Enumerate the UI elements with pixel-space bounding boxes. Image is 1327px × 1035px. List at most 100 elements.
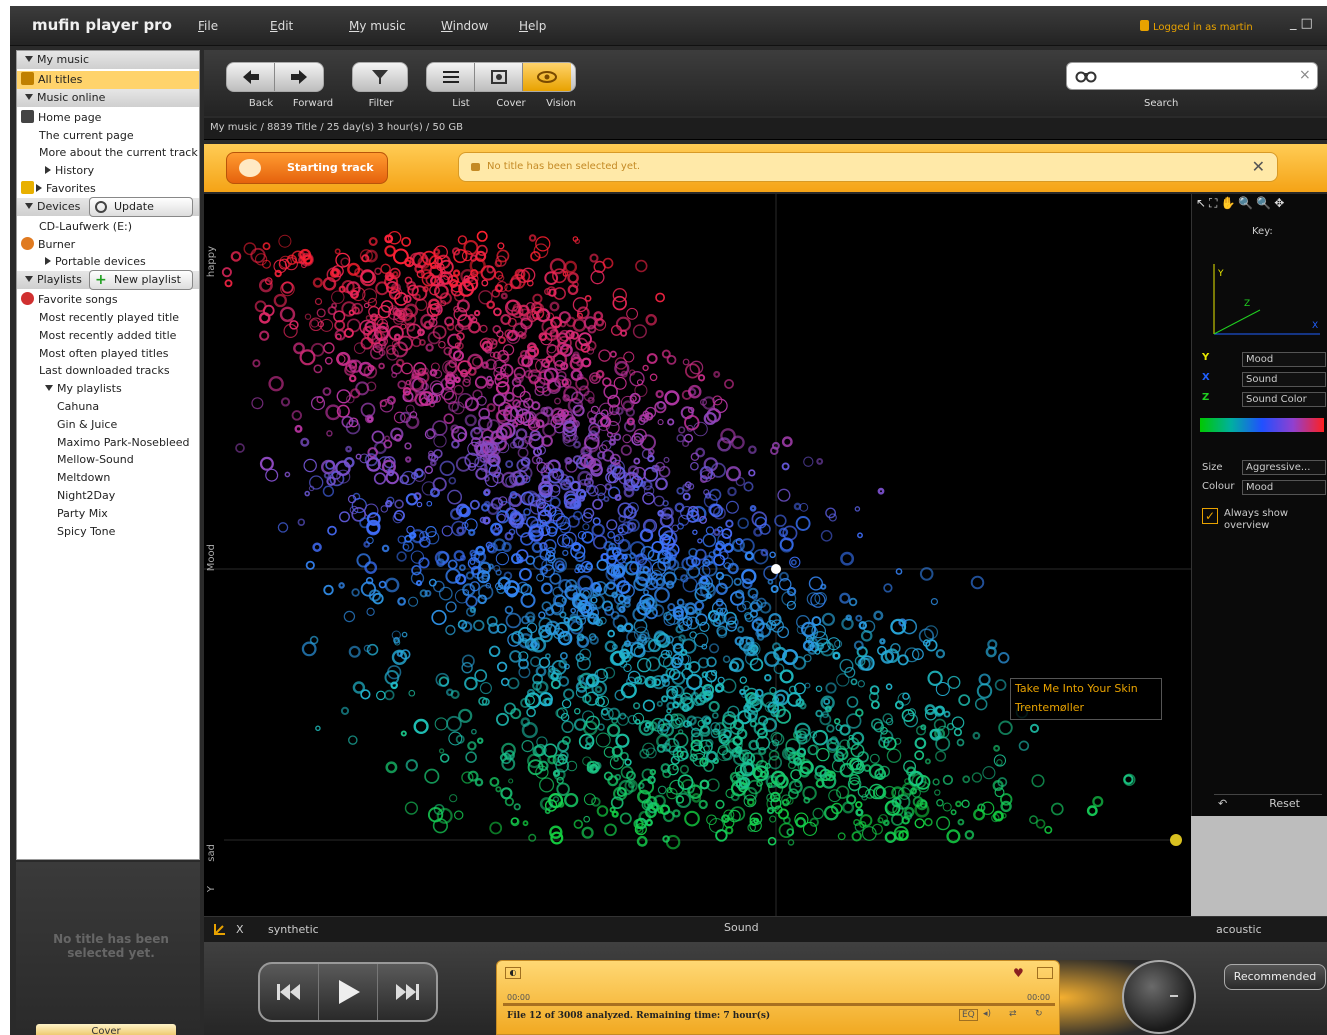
sidebar-item-mellow-sound[interactable]: Mellow-Sound bbox=[17, 451, 199, 469]
sidebar-item-favorites[interactable]: Favorites bbox=[17, 180, 199, 198]
menu-window[interactable]: Window bbox=[441, 19, 488, 33]
track-point bbox=[835, 785, 850, 799]
progress-bar[interactable] bbox=[503, 1003, 1055, 1006]
y-axis-bottom-label: sad bbox=[206, 844, 217, 862]
previous-button[interactable] bbox=[260, 964, 319, 1020]
volume-icon[interactable]: ◂) bbox=[983, 1009, 991, 1019]
track-point bbox=[802, 786, 817, 801]
sidebar-item-all-titles[interactable]: All titles bbox=[17, 71, 199, 89]
key-y-select[interactable]: Mood bbox=[1242, 352, 1326, 367]
track-point bbox=[394, 499, 404, 509]
track-point bbox=[581, 531, 594, 544]
search-clear-icon[interactable]: × bbox=[1299, 67, 1311, 83]
track-point bbox=[252, 359, 261, 368]
sidebar-item-most-often-played-titles[interactable]: Most often played titles bbox=[17, 345, 199, 363]
sidebar-item-music-online[interactable]: Music online bbox=[17, 88, 199, 107]
plot-tools[interactable]: ↖⛶✋🔍🔍✥ bbox=[1196, 196, 1326, 214]
sidebar-item-meltdown[interactable]: Meltdown bbox=[17, 469, 199, 487]
menu-my-music[interactable]: My music bbox=[349, 19, 406, 33]
menu-file[interactable]: File bbox=[198, 19, 218, 33]
sidebar-item-spicy-tone[interactable]: Spicy Tone bbox=[17, 523, 199, 541]
search-input[interactable] bbox=[1101, 67, 1291, 85]
sidebar-item-label: Devices bbox=[37, 199, 81, 213]
track-point bbox=[396, 551, 407, 562]
size-select[interactable]: Aggressive... bbox=[1242, 460, 1326, 475]
sidebar-item-cahuna[interactable]: Cahuna bbox=[17, 398, 199, 416]
track-point bbox=[340, 706, 350, 716]
search-label: Search bbox=[1144, 98, 1179, 109]
y-axis-top-label: happy bbox=[206, 246, 217, 278]
sidebar-item-more-about-the-current-track[interactable]: More about the current track bbox=[17, 144, 199, 162]
next-button[interactable] bbox=[378, 964, 436, 1020]
sidebar-item-most-recently-played-title[interactable]: Most recently played title bbox=[17, 309, 199, 327]
sidebar-item-my-playlists[interactable]: My playlists bbox=[17, 380, 199, 398]
track-point bbox=[467, 741, 477, 751]
key-z-select[interactable]: Sound Color bbox=[1242, 392, 1326, 407]
favorite-heart-icon[interactable]: ♥ bbox=[1013, 966, 1024, 980]
starting-track-field[interactable]: No title has been selected yet. ✕ bbox=[458, 152, 1278, 182]
menu-edit[interactable]: Edit bbox=[270, 19, 293, 33]
sidebar-item-portable-devices[interactable]: Portable devices bbox=[17, 253, 199, 271]
sidebar-item-last-downloaded-tracks[interactable]: Last downloaded tracks bbox=[17, 362, 199, 380]
cover-tab[interactable]: Cover bbox=[36, 1024, 176, 1035]
track-point bbox=[498, 336, 506, 345]
clear-starting-track-icon[interactable]: ✕ bbox=[1252, 153, 1265, 181]
key-x-select[interactable]: Sound bbox=[1242, 372, 1326, 387]
sidebar-item-the-current-page[interactable]: The current page bbox=[17, 127, 199, 145]
display-mode-icon[interactable] bbox=[1037, 967, 1053, 979]
vision-plot[interactable]: happy Mood sad Y Take Me Into Your Skin … bbox=[204, 194, 1191, 916]
sidebar-item-history[interactable]: History bbox=[17, 162, 199, 180]
eq-button[interactable]: EQ bbox=[959, 1009, 978, 1021]
login-status[interactable]: Logged in as martin bbox=[1140, 20, 1253, 33]
cover-view-button[interactable] bbox=[475, 63, 523, 91]
cover-label: Cover bbox=[496, 98, 526, 109]
sidebar-item-maximo-park-nosebleed[interactable]: Maximo Park-Nosebleed bbox=[17, 434, 199, 452]
scatter-plot[interactable] bbox=[204, 194, 1191, 916]
track-point bbox=[538, 611, 546, 619]
shuffle-icon[interactable]: ⇄ bbox=[1009, 1009, 1017, 1019]
track-point bbox=[636, 835, 648, 847]
always-show-checkbox[interactable]: ✓ bbox=[1202, 508, 1218, 524]
menu-help[interactable]: Help bbox=[519, 19, 546, 33]
sidebar-item-most-recently-added-title[interactable]: Most recently added title bbox=[17, 327, 199, 345]
track-point bbox=[634, 718, 641, 725]
sidebar-item-favorite-songs[interactable]: Favorite songs bbox=[17, 291, 199, 309]
new-playlist-button[interactable]: + New playlist bbox=[89, 270, 193, 291]
axis-corner-icon[interactable] bbox=[212, 921, 228, 937]
filter-button[interactable] bbox=[353, 63, 407, 91]
sidebar-item-party-mix[interactable]: Party Mix bbox=[17, 505, 199, 523]
back-button[interactable] bbox=[227, 63, 275, 91]
vision-view-button[interactable] bbox=[523, 63, 571, 91]
key-z-letter: Z bbox=[1202, 392, 1210, 403]
track-key-icon[interactable]: ◐ bbox=[505, 967, 521, 979]
track-point bbox=[322, 485, 335, 497]
list-view-button[interactable] bbox=[427, 63, 475, 91]
reset-button[interactable]: ↶ Reset bbox=[1214, 794, 1322, 812]
track-point bbox=[561, 699, 572, 709]
volume-knob[interactable] bbox=[1122, 960, 1196, 1034]
sidebar-item-gin-juice[interactable]: Gin & Juice bbox=[17, 416, 199, 434]
repeat-icon[interactable]: ↻ bbox=[1035, 1009, 1043, 1019]
play-button[interactable] bbox=[319, 964, 378, 1020]
track-point bbox=[782, 525, 798, 541]
track-point bbox=[715, 799, 725, 810]
track-point bbox=[366, 607, 375, 616]
x-axis-letter: X bbox=[236, 923, 244, 936]
sidebar-item-burner[interactable]: Burner bbox=[17, 236, 199, 254]
window-controls[interactable]: _□ bbox=[1290, 16, 1317, 31]
colour-select[interactable]: Mood bbox=[1242, 480, 1326, 495]
starting-track-button[interactable]: Starting track bbox=[226, 152, 388, 184]
track-point bbox=[574, 707, 581, 715]
sidebar-item-night2day[interactable]: Night2Day bbox=[17, 487, 199, 505]
sidebar-item-home-page[interactable]: Home page bbox=[17, 109, 199, 127]
track-point bbox=[518, 567, 532, 581]
forward-button[interactable] bbox=[275, 63, 323, 91]
sidebar-item-cd-laufwerk-e[interactable]: CD-Laufwerk (E:) bbox=[17, 218, 199, 236]
sidebar-item-my-music[interactable]: My music bbox=[17, 51, 199, 69]
track-point bbox=[790, 769, 802, 781]
track-point bbox=[585, 562, 593, 571]
track-point bbox=[338, 511, 350, 523]
recommended-button[interactable]: Recommended bbox=[1224, 964, 1326, 990]
update-button[interactable]: Update bbox=[89, 196, 193, 217]
starting-track-label: Starting track bbox=[287, 161, 374, 174]
